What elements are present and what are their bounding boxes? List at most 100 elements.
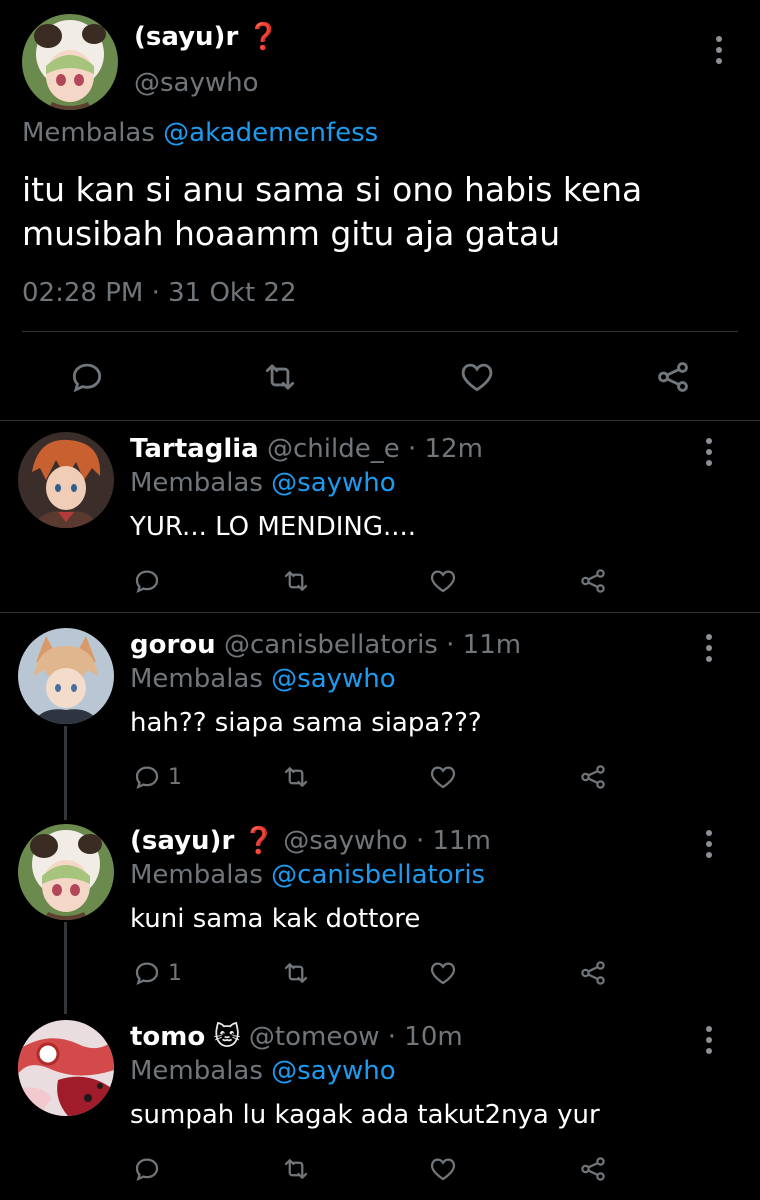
reply-icon — [135, 570, 159, 594]
retweet-icon — [284, 571, 308, 591]
reply-author-line: Tartaglia @childe_e · 12m — [130, 434, 483, 464]
heart-icon — [430, 570, 456, 593]
reply-author-line: (sayu)r ❓ @saywho · 11m — [130, 826, 491, 856]
replying-prefix: Membalas — [130, 1056, 263, 1086]
like-button[interactable] — [458, 358, 496, 396]
tweet-text-line: musibah hoaamm gitu aja gatau — [22, 214, 561, 253]
reply-icon — [135, 962, 159, 986]
reply-time: · 10m — [387, 1022, 463, 1052]
retweet-button[interactable] — [280, 958, 312, 988]
retweet-button[interactable] — [280, 762, 312, 792]
reply-icon — [135, 1158, 159, 1182]
share-button[interactable] — [578, 762, 608, 792]
reply-text: YUR... LO MENDING.... — [130, 512, 417, 542]
author-name[interactable]: (sayu)r — [130, 826, 234, 856]
author-handle[interactable]: @canisbellatoris — [224, 630, 438, 660]
question-emoji-icon: ❓ — [242, 826, 275, 856]
avatar[interactable] — [18, 432, 114, 528]
author-name-text[interactable]: (sayu)r — [134, 22, 238, 52]
tweet-text-line: itu kan si anu sama si ono habis kena — [22, 170, 643, 209]
replying-prefix: Membalas — [22, 118, 155, 148]
heart-icon — [430, 1158, 456, 1181]
retweet-icon — [284, 1159, 308, 1179]
replying-prefix: Membalas — [130, 860, 263, 890]
like-button[interactable] — [428, 566, 458, 596]
reply-button[interactable]: 1 — [132, 762, 182, 792]
question-emoji-icon: ❓ — [247, 22, 280, 52]
reply-count: 1 — [168, 764, 182, 790]
share-icon — [581, 1157, 605, 1181]
author-handle[interactable]: @childe_e — [267, 434, 400, 464]
share-icon — [658, 362, 688, 392]
retweet-button[interactable] — [260, 358, 300, 396]
share-button[interactable] — [578, 1154, 608, 1184]
share-button[interactable] — [654, 358, 692, 396]
more-vertical-icon[interactable] — [706, 634, 712, 667]
like-button[interactable] — [428, 1154, 458, 1184]
thread-line — [64, 922, 67, 1014]
author-name[interactable]: gorou — [130, 630, 216, 660]
replying-to: Membalas @saywho — [130, 468, 396, 498]
thread-line — [64, 726, 67, 820]
reply-count: 1 — [168, 960, 182, 986]
avatar[interactable] — [18, 628, 114, 724]
author-handle[interactable]: @saywho — [134, 68, 259, 98]
like-button[interactable] — [428, 958, 458, 988]
divider — [0, 420, 760, 421]
divider — [22, 331, 738, 332]
retweet-icon — [284, 767, 308, 787]
reply-button[interactable]: 1 — [132, 958, 182, 988]
more-vertical-icon[interactable] — [706, 830, 712, 863]
share-icon — [581, 961, 605, 985]
replying-to-handle[interactable]: @canisbellatoris — [271, 860, 485, 890]
tweet-text: itu kan si anu sama si ono habis kena mu… — [22, 168, 742, 256]
reply-text: sumpah lu kagak ada takut2nya yur — [130, 1100, 600, 1130]
more-vertical-icon[interactable] — [706, 1026, 712, 1059]
reply-time: · 11m — [415, 826, 491, 856]
share-button[interactable] — [578, 566, 608, 596]
replying-to: Membalas @akademenfess — [22, 118, 378, 148]
replying-to-handle[interactable]: @saywho — [271, 468, 396, 498]
reply-icon — [135, 766, 159, 790]
replying-to: Membalas @saywho — [130, 1056, 396, 1086]
author-name[interactable]: (sayu)r ❓ — [134, 22, 280, 52]
cat-emoji-icon: 🐱 — [213, 1022, 241, 1052]
author-handle[interactable]: @saywho — [283, 826, 408, 856]
share-icon — [581, 765, 605, 789]
divider — [0, 612, 760, 613]
tweet-timestamp[interactable]: 02:28 PM · 31 Okt 22 — [22, 278, 297, 308]
reply-author-line: gorou @canisbellatoris · 11m — [130, 630, 521, 660]
reply-time: · 11m — [446, 630, 522, 660]
share-icon — [581, 569, 605, 593]
reply-text: hah?? siapa sama siapa??? — [130, 708, 482, 738]
reply-text: kuni sama kak dottore — [130, 904, 421, 934]
more-vertical-icon[interactable] — [706, 438, 712, 471]
reply-button[interactable] — [68, 358, 106, 396]
like-button[interactable] — [428, 762, 458, 792]
avatar[interactable] — [18, 824, 114, 920]
reply-icon — [72, 363, 102, 393]
heart-icon — [430, 962, 456, 985]
author-handle[interactable]: @tomeow — [249, 1022, 380, 1052]
share-button[interactable] — [578, 958, 608, 988]
replying-to: Membalas @saywho — [130, 664, 396, 694]
author-name[interactable]: tomo — [130, 1022, 205, 1052]
retweet-icon — [284, 963, 308, 983]
reply-button[interactable] — [132, 1154, 168, 1184]
avatar[interactable] — [22, 14, 118, 110]
replying-prefix: Membalas — [130, 468, 263, 498]
replying-to-handle[interactable]: @saywho — [271, 1056, 396, 1086]
retweet-button[interactable] — [280, 566, 312, 596]
heart-icon — [430, 766, 456, 789]
more-vertical-icon[interactable] — [716, 36, 722, 69]
author-name[interactable]: Tartaglia — [130, 434, 259, 464]
reply-button[interactable] — [132, 566, 168, 596]
reply-author-line: tomo 🐱 @tomeow · 10m — [130, 1022, 463, 1052]
retweet-button[interactable] — [280, 1154, 312, 1184]
reply-time: · 12m — [407, 434, 483, 464]
avatar[interactable] — [18, 1020, 114, 1116]
replying-to-handle[interactable]: @saywho — [271, 664, 396, 694]
heart-icon — [461, 363, 493, 392]
replying-to-handle[interactable]: @akademenfess — [163, 118, 378, 148]
replying-to: Membalas @canisbellatoris — [130, 860, 485, 890]
